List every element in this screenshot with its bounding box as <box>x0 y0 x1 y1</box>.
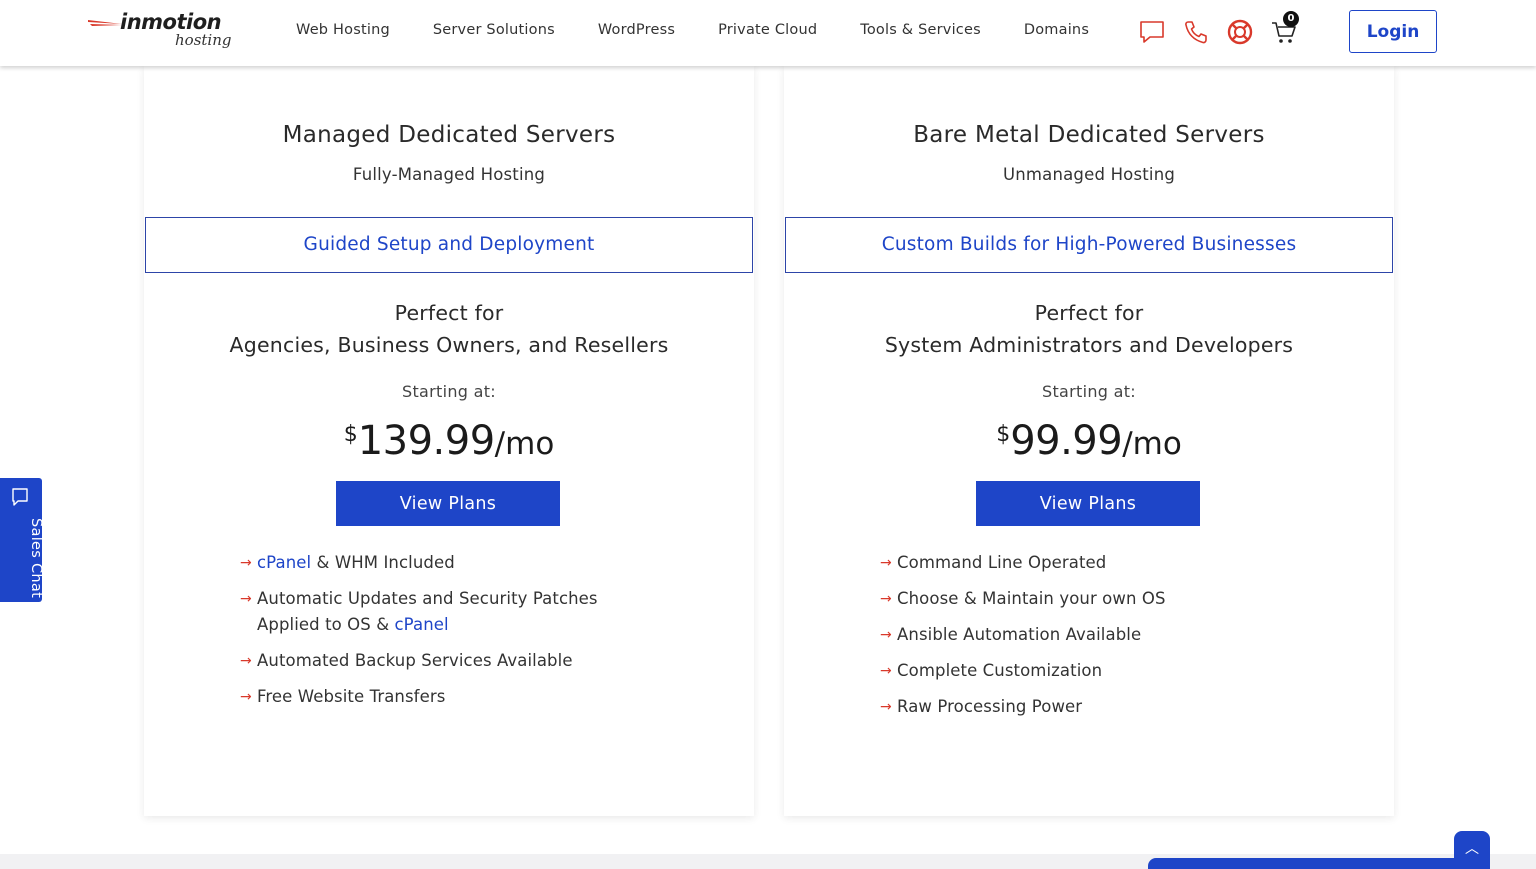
feature-item: → Raw Processing Power <box>880 694 1166 720</box>
feature-text: & WHM Included <box>311 553 455 572</box>
feature-list: → Command Line Operated → Choose & Maintai… <box>880 550 1166 730</box>
nav-private-cloud[interactable]: Private Cloud <box>718 22 817 38</box>
view-plans-button[interactable]: View Plans <box>336 481 560 526</box>
arrow-right-icon: → <box>240 555 252 571</box>
chat-widget-bar[interactable] <box>1148 858 1488 869</box>
nav-server-solutions[interactable]: Server Solutions <box>433 22 555 38</box>
view-plans-button[interactable]: View Plans <box>976 481 1200 526</box>
nav-tools-services[interactable]: Tools & Services <box>860 22 981 38</box>
feature-item: → Complete Customization <box>880 658 1166 684</box>
sales-chat-label: Sales Chat <box>28 518 44 599</box>
site-header: inmotion hosting Web Hosting Server Solu… <box>0 0 1536 66</box>
cpanel-link[interactable]: cPanel <box>395 615 449 634</box>
card-title: Managed Dedicated Servers <box>282 122 616 148</box>
card-subtitle: Unmanaged Hosting <box>1002 165 1176 184</box>
phone-icon[interactable] <box>1182 18 1210 46</box>
arrow-right-icon: → <box>880 663 892 679</box>
perfect-for: Perfect for System Administrators and De… <box>784 297 1394 361</box>
feature-item: → Free Website Transfers <box>240 684 598 710</box>
chat-icon[interactable] <box>1138 18 1166 46</box>
support-icon[interactable] <box>1226 18 1254 46</box>
feature-text: Ansible Automation Available <box>897 625 1142 644</box>
main-nav: Web Hosting Server Solutions WordPress P… <box>296 22 1132 38</box>
feature-text: Free Website Transfers <box>257 687 446 706</box>
chat-bubble-icon <box>12 488 28 506</box>
price-amount: 139.99 <box>357 418 495 464</box>
cpanel-link[interactable]: cPanel <box>257 553 311 572</box>
perfect-for-label: Perfect for <box>1034 301 1144 325</box>
feature-text: Raw Processing Power <box>897 697 1083 716</box>
starting-at-label: Starting at: <box>1042 382 1136 401</box>
feature-text: Automated Backup Services Available <box>257 651 573 670</box>
arrow-right-icon: → <box>880 699 892 715</box>
starting-at-label: Starting at: <box>402 382 496 401</box>
price: $99.99/mo <box>784 418 1394 464</box>
feature-item: → cPanel & WHM Included <box>240 550 598 576</box>
feature-item: → Command Line Operated <box>880 550 1166 576</box>
logo-subtext: hosting <box>175 31 232 49</box>
card-banner: Custom Builds for High-Powered Businesse… <box>785 217 1393 273</box>
plan-card-bare-metal: Bare Metal Dedicated Servers Unmanaged H… <box>784 66 1394 816</box>
arrow-right-icon: → <box>240 591 252 607</box>
price: $139.99/mo <box>144 418 754 464</box>
perfect-for-audience: Agencies, Business Owners, and Resellers <box>229 333 669 357</box>
nav-domains[interactable]: Domains <box>1024 22 1089 38</box>
feature-text: Applied to OS & <box>257 615 395 634</box>
price-amount: 99.99 <box>1010 418 1123 464</box>
feature-text: Choose & Maintain your own OS <box>897 589 1166 608</box>
price-currency: $ <box>996 422 1011 447</box>
arrow-right-icon: → <box>880 555 892 571</box>
feature-text: Automatic Updates and Security Patches <box>257 589 598 608</box>
perfect-for-audience: System Administrators and Developers <box>884 333 1294 357</box>
feature-item: → Ansible Automation Available <box>880 622 1166 648</box>
price-currency: $ <box>343 422 358 447</box>
price-period: /mo <box>494 426 555 462</box>
arrow-right-icon: → <box>240 689 252 705</box>
nav-wordpress[interactable]: WordPress <box>598 22 675 38</box>
price-period: /mo <box>1122 426 1182 462</box>
logo-swoosh-icon <box>88 20 122 26</box>
sales-chat-tab[interactable]: Sales Chat <box>0 478 44 602</box>
card-subtitle: Fully-Managed Hosting <box>352 165 546 184</box>
feature-item: → Automatic Updates and Security Patches A… <box>240 586 598 638</box>
feature-text: Complete Customization <box>897 661 1103 680</box>
card-banner: Guided Setup and Deployment <box>145 217 753 273</box>
feature-item: → Automated Backup Services Available <box>240 648 598 674</box>
login-button[interactable]: Login <box>1349 10 1437 53</box>
nav-web-hosting[interactable]: Web Hosting <box>296 22 390 38</box>
feature-list: → cPanel & WHM Included → Automatic Update… <box>240 550 598 720</box>
feature-item: → Choose & Maintain your own OS <box>880 586 1166 612</box>
cart-count-badge: 0 <box>1283 11 1299 27</box>
perfect-for-label: Perfect for <box>394 301 504 325</box>
plan-card-managed: Managed Dedicated Servers Fully-Managed … <box>144 66 754 816</box>
perfect-for: Perfect for Agencies, Business Owners, a… <box>144 297 754 361</box>
arrow-right-icon: → <box>240 653 252 669</box>
inmotion-logo[interactable]: inmotion hosting <box>88 10 240 54</box>
feature-text: Command Line Operated <box>897 553 1107 572</box>
arrow-right-icon: → <box>880 627 892 643</box>
chevron-up-icon: ︿ <box>1465 841 1479 857</box>
card-title: Bare Metal Dedicated Servers <box>913 122 1265 148</box>
arrow-right-icon: → <box>880 591 892 607</box>
scroll-to-top-button[interactable]: ︿ <box>1454 831 1490 869</box>
